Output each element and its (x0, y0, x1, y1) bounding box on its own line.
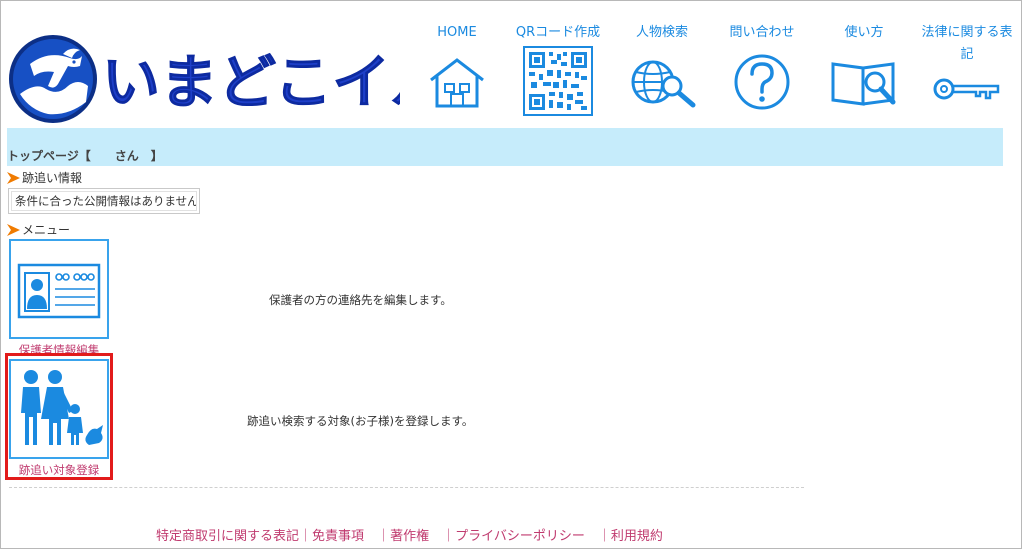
tracking-heading: 跡追い情報 (22, 171, 83, 185)
brand-logotype: いまどこイルカ (102, 48, 401, 117)
nav-qr-label[interactable]: QRコード作成 (512, 22, 604, 44)
id-card-icon (17, 263, 101, 319)
tracking-target-register-description: 跡追い検索する対象(お子様)を登録します。 (247, 414, 474, 428)
arrow-bullet-icon (7, 223, 20, 236)
nav-person-search[interactable]: 人物検索 (620, 22, 704, 122)
nav-qr[interactable]: QRコード作成 (512, 22, 604, 122)
highlight-box (5, 353, 113, 480)
divider (9, 487, 804, 488)
nav-legal-label[interactable]: 法律に関する表記 (920, 22, 1014, 66)
tracking-empty-message: 条件に合った公開情報はありません (11, 191, 197, 211)
globe-search-icon[interactable] (627, 56, 697, 108)
footer-link-privacy-policy[interactable]: プライバシーポリシー (455, 529, 585, 544)
nav-contact[interactable]: 問い合わせ (720, 22, 804, 122)
arrow-bullet-icon (7, 171, 20, 184)
brand-text: いまどこイルカ (102, 48, 400, 116)
tracking-info-box: 条件に合った公開情報はありません (8, 188, 200, 214)
nav-contact-label[interactable]: 問い合わせ (720, 22, 804, 44)
nav-legal[interactable]: 法律に関する表記 (920, 22, 1014, 122)
dolphin-logo-icon[interactable] (8, 34, 98, 124)
footer-links: 特定商取引に関する表記｜免責事項 ｜著作権 ｜プライバシーポリシー ｜利用規約 (156, 529, 663, 544)
nav-home-label[interactable]: HOME (425, 22, 489, 44)
qr-code-icon[interactable] (523, 46, 593, 116)
footer-link-copyright[interactable]: 著作権 (390, 529, 429, 544)
book-magnifier-icon[interactable] (829, 58, 899, 108)
footer-link-disclaimer[interactable]: 免責事項 (312, 529, 364, 544)
tracking-section-heading: 跡追い情報 (7, 169, 82, 186)
nav-how-to-use-label[interactable]: 使い方 (826, 22, 902, 44)
question-circle-icon[interactable] (732, 52, 792, 112)
menu-heading: メニュー (22, 223, 71, 237)
breadcrumb: トップページ【 さん 】 (7, 149, 163, 163)
nav-home[interactable]: HOME (425, 22, 489, 122)
guardian-info-edit-button[interactable] (9, 239, 109, 339)
nav-person-search-label[interactable]: 人物検索 (620, 22, 704, 44)
key-icon[interactable] (932, 74, 1002, 104)
nav-how-to-use[interactable]: 使い方 (826, 22, 902, 122)
house-icon[interactable] (427, 54, 487, 110)
guardian-info-edit-description: 保護者の方の連絡先を編集します。 (269, 293, 452, 307)
footer-link-commercial-law[interactable]: 特定商取引に関する表記 (156, 529, 299, 544)
menu-section-heading: メニュー (7, 221, 70, 238)
footer-link-terms[interactable]: 利用規約 (611, 529, 663, 544)
